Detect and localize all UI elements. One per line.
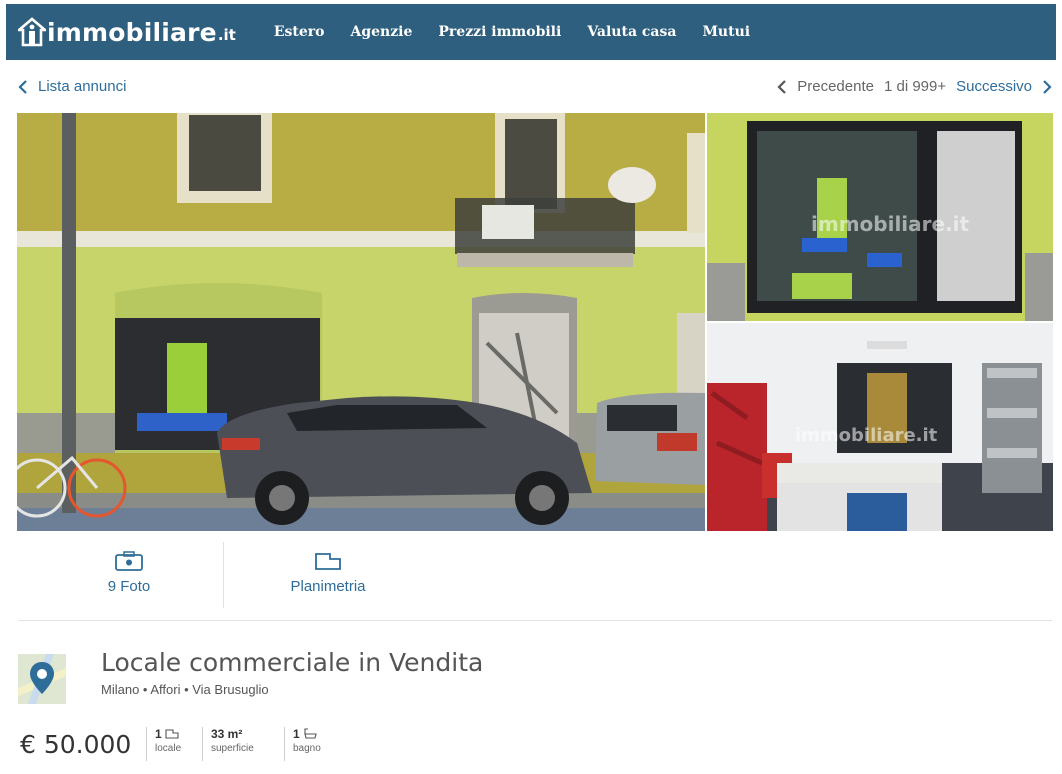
main-nav: Estero Agenzie Prezzi immobili Valuta ca… bbox=[274, 24, 776, 40]
listing-title: Locale commerciale in Vendita bbox=[101, 648, 484, 677]
rooms-label: locale bbox=[155, 743, 182, 754]
listing-subnav: Lista annunci Precedente 1 di 999+ Succe… bbox=[18, 78, 1058, 98]
shop-window-image: immobiliare.it bbox=[707, 113, 1053, 321]
photo-gallery: immobiliare.it immobiliare.it bbox=[17, 113, 1053, 531]
bath-icon bbox=[303, 728, 317, 739]
rooms-value: 1 bbox=[155, 727, 162, 741]
floorplan-label: Planimetria bbox=[290, 578, 366, 595]
chevron-left-icon[interactable] bbox=[777, 79, 787, 94]
photos-button[interactable]: 9 Foto bbox=[88, 550, 170, 595]
nav-agenzie[interactable]: Agenzie bbox=[350, 24, 412, 40]
bathrooms-label: bagno bbox=[293, 743, 321, 754]
chevron-left-icon bbox=[18, 79, 27, 94]
bathrooms-value: 1 bbox=[293, 727, 300, 741]
camera-icon bbox=[115, 551, 143, 571]
area-label: superficie bbox=[211, 743, 254, 754]
floorplan-icon bbox=[315, 553, 341, 570]
interior-photo[interactable]: immobiliare.it bbox=[707, 323, 1053, 531]
back-to-list-link[interactable]: Lista annunci bbox=[18, 78, 126, 95]
logo-tld: .it bbox=[217, 26, 236, 44]
listing-location: Milano • Affori • Via Brusuglio bbox=[101, 682, 269, 697]
nav-mutui[interactable]: Mutui bbox=[702, 24, 750, 40]
floorplan-button[interactable]: Planimetria bbox=[273, 550, 383, 595]
feature-area: 33 m² superficie bbox=[202, 727, 254, 761]
watermark-text: immobiliare.it bbox=[795, 425, 938, 446]
map-thumbnail-icon[interactable] bbox=[18, 654, 66, 704]
area-value: 33 m² bbox=[211, 727, 243, 741]
chevron-right-icon[interactable] bbox=[1042, 79, 1052, 94]
top-navigation-bar: immobiliare .it Estero Agenzie Prezzi im… bbox=[6, 4, 1056, 60]
feature-bathrooms: 1 bagno bbox=[284, 727, 321, 761]
listing-pager: Precedente 1 di 999+ Successivo bbox=[777, 78, 1052, 95]
building-facade-photo bbox=[17, 113, 705, 531]
logo[interactable]: immobiliare .it bbox=[18, 17, 236, 47]
gallery-actions: 9 Foto Planimetria bbox=[18, 540, 1052, 621]
previous-link[interactable]: Precedente bbox=[797, 78, 874, 95]
shop-window-photo[interactable]: immobiliare.it bbox=[707, 113, 1053, 321]
nav-valuta-casa[interactable]: Valuta casa bbox=[587, 24, 676, 40]
next-link[interactable]: Successivo bbox=[956, 78, 1032, 95]
logo-text: immobiliare bbox=[47, 17, 217, 47]
room-icon bbox=[165, 729, 179, 739]
watermark-text: immobiliare.it bbox=[811, 212, 970, 236]
listing-price: € 50.000 bbox=[20, 730, 132, 759]
nav-prezzi-immobili[interactable]: Prezzi immobili bbox=[438, 24, 561, 40]
house-logo-icon bbox=[18, 17, 46, 47]
listing-counter: 1 di 999+ bbox=[883, 78, 947, 95]
photos-label: 9 Foto bbox=[107, 578, 151, 595]
feature-rooms: 1 locale bbox=[146, 727, 181, 761]
actions-divider bbox=[223, 542, 224, 608]
back-to-list-label: Lista annunci bbox=[38, 78, 127, 95]
interior-image: immobiliare.it bbox=[707, 323, 1053, 531]
main-photo[interactable] bbox=[17, 113, 705, 531]
nav-estero[interactable]: Estero bbox=[274, 24, 325, 40]
